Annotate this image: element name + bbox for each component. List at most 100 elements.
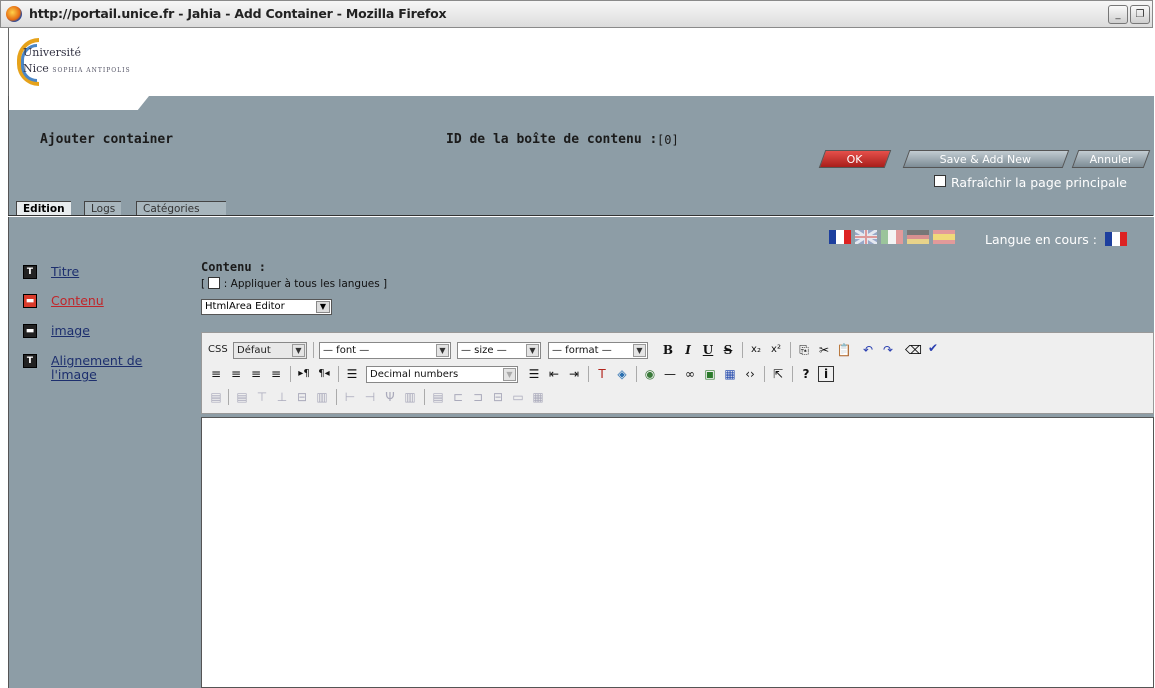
row-props-icon[interactable]: ▤ xyxy=(234,389,250,405)
header-panel: Ajouter container ID de la boîte de cont… xyxy=(8,96,1154,216)
cell-props-icon[interactable]: ▤ xyxy=(430,389,446,405)
flag-es-icon[interactable] xyxy=(933,230,955,244)
tab-edition[interactable]: Edition xyxy=(16,201,71,216)
id-label: ID de la boîte de contenu : xyxy=(446,132,658,147)
css-label: CSS xyxy=(208,344,228,355)
contenu-title: Contenu : xyxy=(201,260,267,274)
link-icon[interactable]: ∞ xyxy=(682,366,698,382)
nav-label[interactable]: image xyxy=(51,324,90,338)
split-row-icon[interactable]: ▥ xyxy=(314,389,330,405)
id-value: [0] xyxy=(657,133,679,147)
object-icon[interactable]: ◉ xyxy=(642,366,658,382)
apply-all-checkbox[interactable] xyxy=(208,277,221,289)
align-center-icon[interactable]: ≡ xyxy=(228,366,244,382)
table-icon[interactable]: ▦ xyxy=(722,366,738,382)
insert-cell-after-icon[interactable]: ⊐ xyxy=(470,389,486,405)
firefox-icon xyxy=(6,6,22,22)
page-title: Ajouter container xyxy=(40,132,174,147)
split-cell-icon[interactable]: ▦ xyxy=(530,389,546,405)
copy-icon[interactable]: ⎘ xyxy=(796,342,812,358)
tabs-row: Edition Logs Catégories xyxy=(8,199,1153,217)
bg-color-icon[interactable]: ◈ xyxy=(614,366,630,382)
horizontal-rule-icon[interactable]: — xyxy=(662,366,678,382)
format-select[interactable]: — format — ▼ xyxy=(548,342,648,359)
split-col-icon[interactable]: ▥ xyxy=(402,389,418,405)
spellcheck-icon[interactable]: ✔ xyxy=(925,340,941,356)
cut-icon[interactable]: ✂ xyxy=(816,342,832,358)
refresh-checkbox[interactable] xyxy=(934,175,946,187)
ordered-list-icon[interactable]: ☰ xyxy=(344,366,360,382)
htmlarea-toolbar: CSS Défaut ▼ — font — ▼ — size — ▼ — format… xyxy=(201,332,1154,414)
nav-label[interactable]: Contenu xyxy=(51,294,104,308)
help-icon[interactable]: ? xyxy=(798,366,814,382)
align-justify-icon[interactable]: ≡ xyxy=(268,366,284,382)
eraser-icon[interactable]: ⌫ xyxy=(905,342,922,358)
save-add-new-button[interactable]: Save & Add New xyxy=(902,150,1070,168)
font-select[interactable]: — font — ▼ xyxy=(319,342,451,359)
window-title: http://portail.unice.fr - Jahia - Add Co… xyxy=(29,6,447,21)
merge-cells-icon[interactable]: ▭ xyxy=(510,389,526,405)
tab-categories[interactable]: Catégories xyxy=(136,201,226,216)
ok-button[interactable]: OK xyxy=(818,150,892,168)
header-notch xyxy=(9,96,149,110)
tabs-divider xyxy=(8,215,1153,216)
flag-fr-icon[interactable] xyxy=(829,230,851,244)
insert-col-before-icon[interactable]: ⊢ xyxy=(342,389,358,405)
underline-icon[interactable]: U xyxy=(700,342,716,358)
rtl-icon[interactable]: ¶◂ xyxy=(316,366,332,382)
list-style-select[interactable]: Decimal numbers ▼ xyxy=(366,366,518,383)
bold-icon[interactable]: B xyxy=(660,342,676,358)
content-panel: Langue en cours : T Titre ▬ Contenu ▬ im… xyxy=(8,217,1154,688)
size-select[interactable]: — size — ▼ xyxy=(457,342,541,359)
image-field-icon: ▬ xyxy=(23,324,37,338)
delete-row-icon[interactable]: ⊟ xyxy=(294,389,310,405)
outdent-icon[interactable]: ⇤ xyxy=(546,366,562,382)
flag-de-icon[interactable] xyxy=(907,230,929,244)
flag-fr-current-icon xyxy=(1104,232,1127,246)
nav-label[interactable]: Alignement de l'image xyxy=(51,354,171,382)
logo-band: Université Nice SOPHIA ANTIPOLIS xyxy=(8,28,1154,96)
editor-type-select[interactable]: HtmlArea Editor ▼ xyxy=(201,299,332,315)
strikethrough-icon[interactable]: S xyxy=(720,342,736,358)
delete-cell-icon[interactable]: ⊟ xyxy=(490,389,506,405)
insert-row-after-icon[interactable]: ⊥ xyxy=(274,389,290,405)
ltr-icon[interactable]: ▸¶ xyxy=(296,366,312,382)
insert-row-before-icon[interactable]: ⊤ xyxy=(254,389,270,405)
text-field-icon: T xyxy=(23,265,37,279)
apply-all-languages: [ : Appliquer à tous les langues ] xyxy=(201,277,388,290)
fullscreen-icon[interactable]: ⇱ xyxy=(770,366,786,382)
undo-icon[interactable]: ↶ xyxy=(860,342,876,358)
css-select[interactable]: Défaut ▼ xyxy=(233,342,307,359)
nav-label[interactable]: Titre xyxy=(51,265,79,279)
html-source-icon[interactable]: ‹› xyxy=(742,366,758,382)
refresh-label: Rafraîchir la page principale xyxy=(951,175,1127,190)
insert-cell-before-icon[interactable]: ⊏ xyxy=(450,389,466,405)
bigtext-field-icon: ▬ xyxy=(23,294,37,308)
unordered-list-icon[interactable]: ☰ xyxy=(526,366,542,382)
window-titlebar: http://portail.unice.fr - Jahia - Add Co… xyxy=(0,0,1153,28)
italic-icon[interactable]: I xyxy=(680,342,696,358)
info-icon[interactable]: i xyxy=(818,366,834,382)
wysiwyg-edit-area[interactable] xyxy=(201,417,1154,688)
flag-it-icon[interactable] xyxy=(881,230,903,244)
minimize-button[interactable]: _ xyxy=(1108,5,1128,24)
paste-icon[interactable]: 📋 xyxy=(836,342,852,358)
table-props-icon[interactable]: ▤ xyxy=(208,389,224,405)
insert-col-after-icon[interactable]: ⊣ xyxy=(362,389,378,405)
tab-logs[interactable]: Logs xyxy=(84,201,122,216)
logo-line2: Nice SOPHIA ANTIPOLIS xyxy=(23,62,131,75)
logo-line1: Université xyxy=(23,46,81,59)
align-right-icon[interactable]: ≡ xyxy=(248,366,264,382)
indent-icon[interactable]: ⇥ xyxy=(566,366,582,382)
redo-icon[interactable]: ↷ xyxy=(880,342,896,358)
superscript-icon[interactable]: x² xyxy=(768,342,784,358)
flag-uk-icon[interactable] xyxy=(855,230,877,244)
align-left-icon[interactable]: ≡ xyxy=(208,366,224,382)
chevron-down-icon: ▼ xyxy=(316,301,330,313)
delete-col-icon[interactable]: Ψ xyxy=(382,389,398,405)
text-color-icon[interactable]: T xyxy=(594,366,610,382)
image-icon[interactable]: ▣ xyxy=(702,366,718,382)
subscript-icon[interactable]: x₂ xyxy=(748,342,764,358)
cancel-button[interactable]: Annuler xyxy=(1071,150,1151,168)
restore-button[interactable]: ❐ xyxy=(1130,5,1150,24)
